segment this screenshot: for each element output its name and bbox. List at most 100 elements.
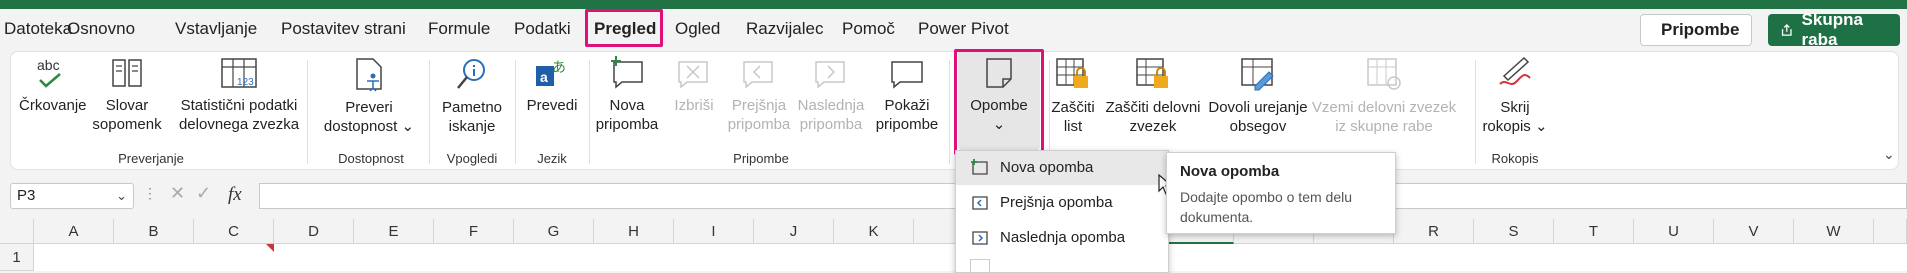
column-header[interactable]: V (1714, 219, 1794, 244)
tooltip-line2: dokumenta. (1180, 209, 1254, 225)
column-header[interactable]: K (834, 219, 914, 244)
allow-edit-ranges-icon (1241, 58, 1274, 91)
check-accessibility-button[interactable]: Preveri dostopnost ⌄ (319, 56, 419, 136)
column-header[interactable]: S (1474, 219, 1554, 244)
protect-sheet-button[interactable]: Zaščiti list (1043, 56, 1103, 136)
svg-text:123: 123 (237, 77, 254, 88)
thesaurus-button[interactable]: Slovar sopomenk (91, 56, 163, 134)
previous-note-icon (972, 196, 988, 210)
smart-label-1: Pametno (441, 99, 503, 116)
separator (429, 60, 430, 164)
tab-review[interactable]: Pregled (594, 19, 656, 39)
insert-function-icon[interactable]: fx (228, 184, 242, 206)
prev-label-2: pripomba (727, 116, 791, 133)
column-header[interactable]: I (674, 219, 754, 244)
tab-file[interactable]: Datoteka (4, 19, 72, 39)
notes-button[interactable]: Opombe ⌄ (958, 56, 1040, 134)
protect-workbook-icon (1136, 58, 1168, 88)
notes-label: Opombe (970, 97, 1028, 114)
tab-data[interactable]: Podatki (514, 19, 571, 39)
menu-item-new-note[interactable]: Nova opomba (956, 151, 1168, 185)
menu-item-next-note[interactable]: Naslednja opomba (956, 221, 1168, 255)
stats-label-1: Statistični podatki (180, 97, 298, 114)
allow-edit-label-2: obsegov (1229, 118, 1287, 135)
allow-edit-ranges-button[interactable]: Dovoli urejanje obsegov (1205, 56, 1311, 136)
thesaurus-label-1: Slovar (105, 97, 149, 114)
unshare-label-1: Vzemi delovni zvezek (1311, 99, 1457, 116)
column-header[interactable]: A (34, 219, 114, 244)
tab-power-pivot[interactable]: Power Pivot (918, 19, 1009, 39)
share-button[interactable]: Skupna raba (1768, 10, 1900, 49)
column-header[interactable]: B (114, 219, 194, 244)
stats-label-2: delovnega zvezka (178, 116, 300, 133)
delete-comment-icon (678, 61, 708, 89)
select-all-corner[interactable] (0, 219, 34, 244)
column-header[interactable]: W (1794, 219, 1874, 244)
column-header[interactable]: R (1394, 219, 1474, 244)
row-header[interactable]: 1 (0, 244, 34, 271)
notes-dropdown-menu: Nova opomba Prejšnja opomba Naslednja op… (955, 150, 1169, 273)
smart-lookup-button[interactable]: Pametno iskanje (435, 56, 509, 136)
thesaurus-label-2: sopomenk (92, 116, 162, 133)
protect-workbook-button[interactable]: Zaščiti delovni zvezek (1101, 56, 1205, 136)
tab-page-layout[interactable]: Postavitev strani (281, 19, 406, 39)
translate-button[interactable]: aあ Prevedi (519, 56, 585, 115)
hide-ink-button[interactable]: Skrij rokopis ⌄ (1479, 56, 1551, 136)
column-header[interactable]: H (594, 219, 674, 244)
spelling-icon: abc (37, 57, 61, 88)
chevron-down-icon[interactable]: ⌄ (116, 184, 127, 208)
allow-edit-label-1: Dovoli urejanje (1208, 99, 1308, 116)
show-comments-label-2: pripombe (875, 116, 939, 133)
group-accessibility: Dostopnost (338, 151, 404, 166)
menu-bar: Datoteka Osnovno Vstavljanje Postavitev … (0, 9, 1907, 51)
column-header[interactable]: G (514, 219, 594, 244)
separator (589, 60, 590, 164)
delete-comment-button[interactable]: Izbriši (665, 56, 723, 115)
show-comments-button[interactable]: Pokaži pripombe (869, 56, 945, 134)
new-comment-label-2: pripomba (595, 116, 659, 133)
previous-comment-button[interactable]: Prejšnja pripomba (725, 56, 793, 134)
svg-text:あ: あ (552, 60, 566, 76)
tooltip-line1: Dodajte opombo o tem delu (1180, 189, 1352, 205)
tooltip-title: Nova opomba (1180, 163, 1280, 180)
next-label-2: pripomba (799, 116, 863, 133)
cancel-icon[interactable]: ✕ (170, 183, 185, 204)
menu-item-label: Prejšnja opomba (1000, 194, 1113, 211)
column-header[interactable] (1874, 219, 1907, 244)
spelling-button[interactable]: abc Črkovanje (19, 56, 87, 115)
tab-insert[interactable]: Vstavljanje (175, 19, 257, 39)
new-comment-icon (611, 56, 643, 89)
tab-developer[interactable]: Razvijalec (746, 19, 823, 39)
tab-help[interactable]: Pomoč (842, 19, 895, 39)
new-note-icon (971, 159, 988, 175)
next-comment-button[interactable]: Naslednja pripomba (793, 56, 869, 134)
workbook-stats-button[interactable]: 123 Statistični podatki delovnega zvezka (171, 56, 307, 134)
ink-icon (1499, 56, 1531, 85)
enter-icon[interactable]: ✓ (196, 183, 211, 204)
column-header[interactable]: C (194, 219, 274, 244)
tab-view[interactable]: Ogled (675, 19, 720, 39)
title-bar-strip (0, 0, 1907, 9)
collapse-ribbon-icon[interactable]: ⌄ (1883, 146, 1895, 163)
show-comments-icon (891, 61, 923, 89)
group-insights: Vpogledi (446, 151, 498, 166)
worksheet-grid: A B C D E F G H I J K R S T U V W 1 (0, 219, 1907, 271)
name-box[interactable]: P3 ⌄ (10, 183, 134, 209)
comments-button[interactable]: Pripombe (1640, 14, 1752, 46)
unshare-workbook-button[interactable]: Vzemi delovni zvezek iz skupne rabe (1311, 56, 1457, 136)
tab-formulas[interactable]: Formule (428, 19, 490, 39)
separator (949, 60, 950, 164)
column-header[interactable]: D (274, 219, 354, 244)
accessibility-icon (356, 58, 382, 92)
new-comment-button[interactable]: Nova pripomba (591, 56, 663, 134)
column-header[interactable]: E (354, 219, 434, 244)
check-label-1: Preveri (345, 99, 393, 116)
column-header[interactable]: F (434, 219, 514, 244)
column-header[interactable]: T (1554, 219, 1634, 244)
tab-home[interactable]: Osnovno (67, 19, 135, 39)
column-header[interactable]: J (754, 219, 834, 244)
check-label-2: dostopnost ⌄ (323, 118, 415, 135)
menu-item-previous-note[interactable]: Prejšnja opomba (956, 186, 1168, 220)
partial-menu-icon (970, 259, 990, 272)
column-header[interactable]: U (1634, 219, 1714, 244)
